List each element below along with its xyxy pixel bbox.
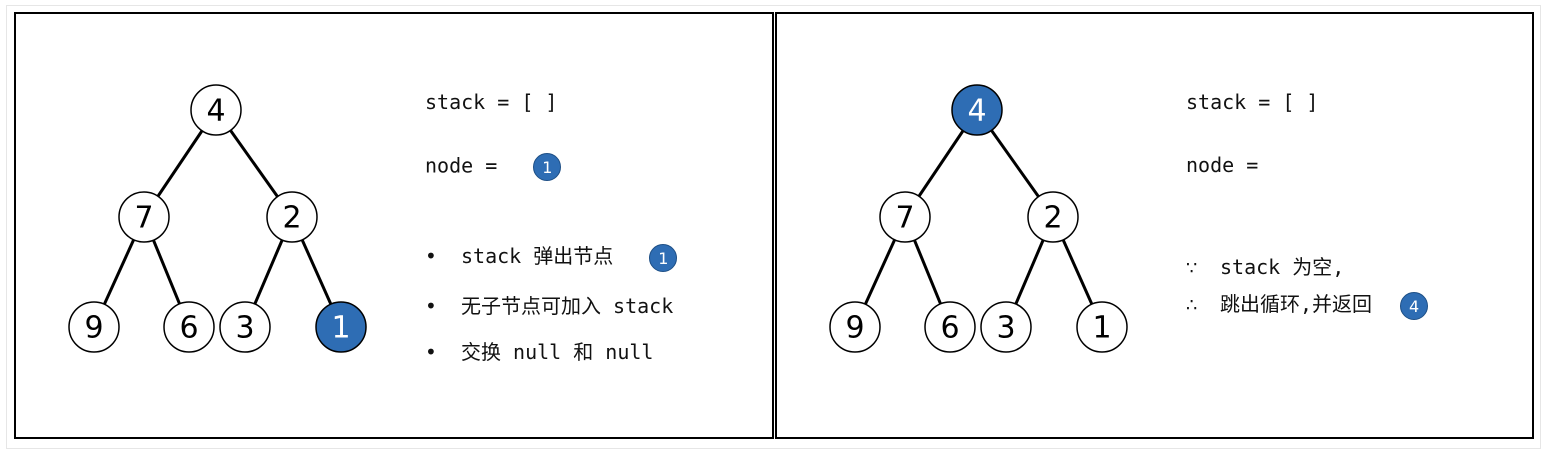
bullet-symbol: • <box>425 340 437 364</box>
pop-node-badge: 1 <box>649 243 678 272</box>
stack-text: stack = [ ] <box>425 90 558 114</box>
node-badge: 1 <box>533 153 562 181</box>
node-value: 4 <box>206 94 225 129</box>
tree-edge <box>300 239 333 305</box>
tree-node: 3 <box>980 301 1032 353</box>
therefore-line: ∴ 跳出循环,并返回 4 <box>1186 288 1429 320</box>
bullet-text: 交换 null 和 null <box>461 340 654 364</box>
right-panel: 4 7 2 9 6 3 1 stack = [ ] node = ∵ stack 为空, ∴ 跳… <box>775 12 1534 439</box>
node-value: 6 <box>179 311 198 346</box>
tree-node: 9 <box>68 301 120 353</box>
tree-node: 3 <box>219 301 271 353</box>
tree-edge <box>253 239 284 305</box>
stack-state-right: stack = [ ] <box>1186 90 1318 114</box>
bullet-text: stack 弹出节点 <box>461 244 614 268</box>
node-value: 7 <box>134 201 153 236</box>
tree-node: 9 <box>829 301 881 353</box>
because-symbol: ∵ <box>1186 258 1198 279</box>
therefore-text: 跳出循环,并返回 <box>1220 292 1373 316</box>
node-value: 1 <box>1092 311 1111 346</box>
node-value: 4 <box>967 94 986 129</box>
bullet-text: 无子节点可加入 stack <box>461 294 674 318</box>
node-value: 9 <box>84 311 103 346</box>
because-text: stack 为空, <box>1220 255 1345 279</box>
node-value: 7 <box>895 201 914 236</box>
node-state-right: node = <box>1186 153 1258 177</box>
node-label: node = <box>1186 153 1259 177</box>
node-value: 3 <box>996 311 1015 346</box>
tree-node: 1 <box>1076 301 1128 353</box>
stack-text: stack = [ ] <box>1186 90 1319 114</box>
because-line: ∵ stack 为空, <box>1186 251 1344 280</box>
tree-node: 4 <box>190 84 242 136</box>
tree-node: 2 <box>266 191 318 243</box>
node-state-left: node = 1 <box>425 153 562 181</box>
tree-edge <box>913 239 942 305</box>
node-label: node = <box>425 153 498 178</box>
bullet-symbol: • <box>425 244 437 268</box>
bullet-symbol: • <box>425 294 437 318</box>
tree-edge <box>917 129 965 198</box>
bullet-item: • 无子节点可加入 stack <box>425 290 673 319</box>
tree-node: 4 <box>951 84 1003 136</box>
binary-tree-left: 4 7 2 9 6 3 1 <box>68 84 367 353</box>
tree-node: 2 <box>1027 191 1079 243</box>
node-value: 3 <box>235 311 254 346</box>
tree-node: 6 <box>924 301 976 353</box>
left-panel: 4 7 2 9 6 3 1 stack = [ ] node = 1 • stack 弹出节点… <box>14 12 774 439</box>
binary-tree-right: 4 7 2 9 6 3 1 <box>829 84 1128 353</box>
tree-node: 6 <box>163 301 215 353</box>
tree-node: 1 <box>315 301 367 353</box>
therefore-symbol: ∴ <box>1186 295 1198 316</box>
node-value: 1 <box>331 311 350 346</box>
tree-edge <box>102 239 136 305</box>
tree-node: 7 <box>118 191 170 243</box>
tree-edge <box>156 129 204 198</box>
return-node-badge: 4 <box>1400 291 1429 320</box>
node-value: 2 <box>282 201 301 236</box>
node-value: 2 <box>1043 201 1062 236</box>
bullet-item: • stack 弹出节点 1 <box>425 240 678 272</box>
tree-edge <box>863 239 897 305</box>
tree-edge <box>990 129 1040 198</box>
node-value: 9 <box>845 311 864 346</box>
tree-edge <box>229 129 279 198</box>
tree-edge <box>152 239 181 305</box>
tree-node: 7 <box>879 191 931 243</box>
stack-state-left: stack = [ ] <box>425 90 557 114</box>
tree-edge <box>1061 239 1094 305</box>
tree-edge <box>1014 239 1045 305</box>
bullet-item: • 交换 null 和 null <box>425 336 653 365</box>
node-value: 6 <box>940 311 959 346</box>
